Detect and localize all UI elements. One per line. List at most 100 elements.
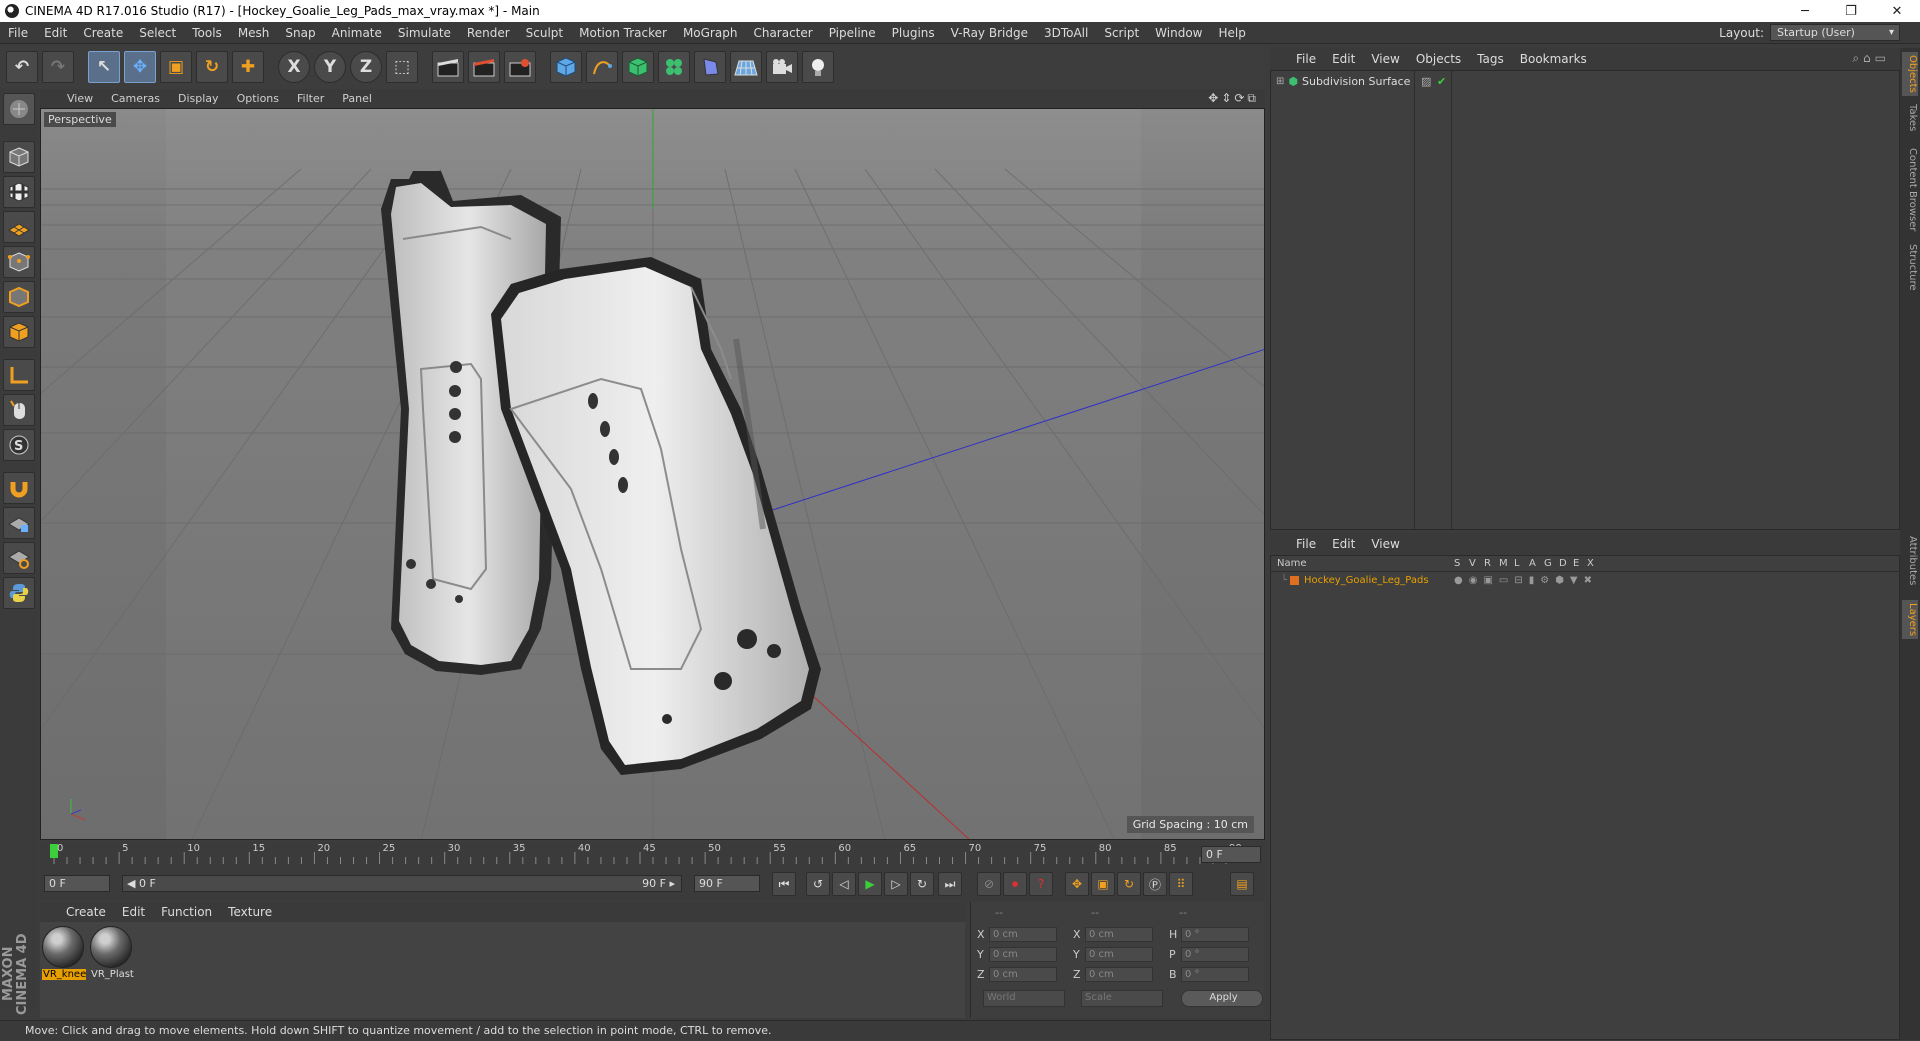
render-view-button[interactable] bbox=[432, 51, 464, 83]
key-position-button[interactable]: ✥ bbox=[1065, 872, 1089, 896]
layout-dropdown[interactable]: Startup (User) bbox=[1770, 24, 1900, 41]
edit-render-toggle-icon[interactable]: ▨ bbox=[1421, 75, 1431, 88]
add-object-button[interactable]: ✚ bbox=[232, 51, 264, 83]
perspective-viewport[interactable]: Perspective Grid Spacing : 10 cm bbox=[40, 108, 1265, 840]
menu-vray-bridge[interactable]: V-Ray Bridge bbox=[943, 26, 1036, 40]
add-mograph-button[interactable] bbox=[658, 51, 690, 83]
auto-keying-button[interactable]: ? bbox=[1029, 872, 1053, 896]
menu-pipeline[interactable]: Pipeline bbox=[821, 26, 884, 40]
layer-color-swatch[interactable] bbox=[1290, 576, 1300, 585]
key-pla-button[interactable]: ⠿ bbox=[1169, 872, 1193, 896]
layers-menu-file[interactable]: File bbox=[1288, 537, 1324, 551]
viewport-menu-options[interactable]: Options bbox=[228, 92, 288, 105]
menu-simulate[interactable]: Simulate bbox=[390, 26, 459, 40]
material-swatch[interactable]: VR_Plast bbox=[90, 926, 134, 984]
axis-mode-button[interactable] bbox=[3, 359, 35, 391]
add-deformer-button[interactable] bbox=[694, 51, 726, 83]
frame-range-slider[interactable]: ◀ 0 F 90 F ▸ bbox=[122, 875, 682, 892]
objects-menu-view[interactable]: View bbox=[1363, 52, 1407, 66]
viewport-menu-cameras[interactable]: Cameras bbox=[102, 92, 169, 105]
viewport-menu-panel[interactable]: Panel bbox=[333, 92, 381, 105]
next-frame-button[interactable]: ▷ bbox=[884, 872, 908, 896]
maximize-button[interactable]: ❐ bbox=[1828, 0, 1874, 22]
key-scale-button[interactable]: ▣ bbox=[1091, 872, 1115, 896]
record-keys-button[interactable]: ⊘ bbox=[977, 872, 1001, 896]
add-cube-button[interactable] bbox=[550, 51, 582, 83]
menu-character[interactable]: Character bbox=[745, 26, 820, 40]
timeline-ruler[interactable]: 051015202530354045505560657075808590 0 F bbox=[40, 842, 1265, 866]
tab-structure[interactable]: Structure bbox=[1902, 244, 1918, 291]
current-frame-field[interactable]: 0 F bbox=[1201, 846, 1261, 863]
enable-snap-button[interactable] bbox=[3, 472, 35, 504]
undo-button[interactable]: ↶ bbox=[6, 51, 38, 83]
tweak-mode-button[interactable] bbox=[3, 394, 35, 426]
model-mode-button[interactable] bbox=[3, 141, 35, 173]
objects-menu-objects[interactable]: Objects bbox=[1408, 52, 1469, 66]
layer-toggle-icons[interactable]: ●◉▣▭⊟▮⚙⬢▼✖ bbox=[1454, 575, 1598, 586]
add-spline-button[interactable] bbox=[586, 51, 618, 83]
tab-objects[interactable]: Objects bbox=[1902, 52, 1918, 96]
tab-content-browser[interactable]: Content Browser bbox=[1902, 148, 1918, 231]
workplane-mode-button[interactable] bbox=[3, 211, 35, 243]
menu-edit[interactable]: Edit bbox=[36, 26, 75, 40]
objects-menu-file[interactable]: File bbox=[1288, 52, 1324, 66]
menu-motion-tracker[interactable]: Motion Tracker bbox=[571, 26, 675, 40]
timeline-layout-button[interactable]: ▤ bbox=[1230, 872, 1254, 896]
viewport-menu-filter[interactable]: Filter bbox=[288, 92, 333, 105]
tab-layers[interactable]: Layers bbox=[1902, 600, 1918, 640]
z-axis-lock-button[interactable]: Z bbox=[350, 51, 382, 83]
end-frame-field[interactable]: 90 F bbox=[694, 875, 760, 892]
menu-create[interactable]: Create bbox=[75, 26, 131, 40]
add-light-button[interactable] bbox=[802, 51, 834, 83]
size-y-field[interactable]: 0 cm bbox=[1085, 947, 1153, 962]
redo-button[interactable]: ↷ bbox=[42, 51, 74, 83]
material-menu-create[interactable]: Create bbox=[58, 905, 114, 919]
size-x-field[interactable]: 0 cm bbox=[1085, 927, 1153, 942]
edges-mode-button[interactable] bbox=[3, 281, 35, 313]
layer-row[interactable]: └ Hockey_Goalie_Leg_Pads ●◉▣▭⊟▮⚙⬢▼✖ bbox=[1271, 573, 1899, 588]
polygons-mode-button[interactable] bbox=[3, 316, 35, 348]
menu-tools[interactable]: Tools bbox=[184, 26, 230, 40]
previous-frame-button[interactable]: ◁ bbox=[832, 872, 856, 896]
objects-menu-edit[interactable]: Edit bbox=[1324, 52, 1363, 66]
position-x-field[interactable]: 0 cm bbox=[989, 927, 1057, 942]
texture-mode-button[interactable] bbox=[3, 176, 35, 208]
expand-icon[interactable]: ⊞ bbox=[1276, 76, 1284, 87]
python-script-button[interactable] bbox=[3, 577, 35, 609]
viewport-menu-view[interactable]: View bbox=[58, 92, 102, 105]
menu-mesh[interactable]: Mesh bbox=[230, 26, 278, 40]
move-tool-button[interactable]: ✥ bbox=[124, 51, 156, 83]
key-parameter-button[interactable]: Ⓟ bbox=[1143, 872, 1167, 896]
scale-tool-button[interactable]: ▣ bbox=[160, 51, 192, 83]
add-camera-button[interactable] bbox=[766, 51, 798, 83]
key-rotation-button[interactable]: ↻ bbox=[1117, 872, 1141, 896]
x-axis-lock-button[interactable]: X bbox=[278, 51, 310, 83]
rotation-b-field[interactable]: 0 ° bbox=[1181, 967, 1249, 982]
live-selection-button[interactable]: ↖ bbox=[88, 51, 120, 83]
menu-select[interactable]: Select bbox=[131, 26, 184, 40]
menu-help[interactable]: Help bbox=[1210, 26, 1253, 40]
material-swatch[interactable]: VR_knee bbox=[42, 926, 86, 984]
menu-plugins[interactable]: Plugins bbox=[884, 26, 943, 40]
add-environment-button[interactable] bbox=[730, 51, 762, 83]
menu-script[interactable]: Script bbox=[1096, 26, 1147, 40]
record-button[interactable]: ⏺ bbox=[1003, 872, 1027, 896]
menu-render[interactable]: Render bbox=[459, 26, 518, 40]
workplane-align-button[interactable] bbox=[3, 542, 35, 574]
menu-mograph[interactable]: MoGraph bbox=[675, 26, 746, 40]
goto-start-button[interactable]: ⏮ bbox=[772, 872, 796, 896]
coordinate-system-button[interactable]: ⬚ bbox=[386, 51, 418, 83]
layers-menu-view[interactable]: View bbox=[1363, 537, 1407, 551]
goto-previous-key-button[interactable]: ↺ bbox=[806, 872, 830, 896]
close-button[interactable]: ✕ bbox=[1874, 0, 1920, 22]
material-menu-function[interactable]: Function bbox=[153, 905, 220, 919]
menu-3dtoall[interactable]: 3DToAll bbox=[1036, 26, 1096, 40]
enabled-check-icon[interactable]: ✔ bbox=[1437, 75, 1446, 88]
objects-menu-tags[interactable]: Tags bbox=[1469, 52, 1512, 66]
viewport-navigation-icons[interactable]: ✥⇕⟳⧉ bbox=[1208, 91, 1259, 106]
material-menu-texture[interactable]: Texture bbox=[220, 905, 280, 919]
rotate-tool-button[interactable]: ↻ bbox=[196, 51, 228, 83]
rotation-h-field[interactable]: 0 ° bbox=[1181, 927, 1249, 942]
viewport-menu-display[interactable]: Display bbox=[169, 92, 228, 105]
y-axis-lock-button[interactable]: Y bbox=[314, 51, 346, 83]
